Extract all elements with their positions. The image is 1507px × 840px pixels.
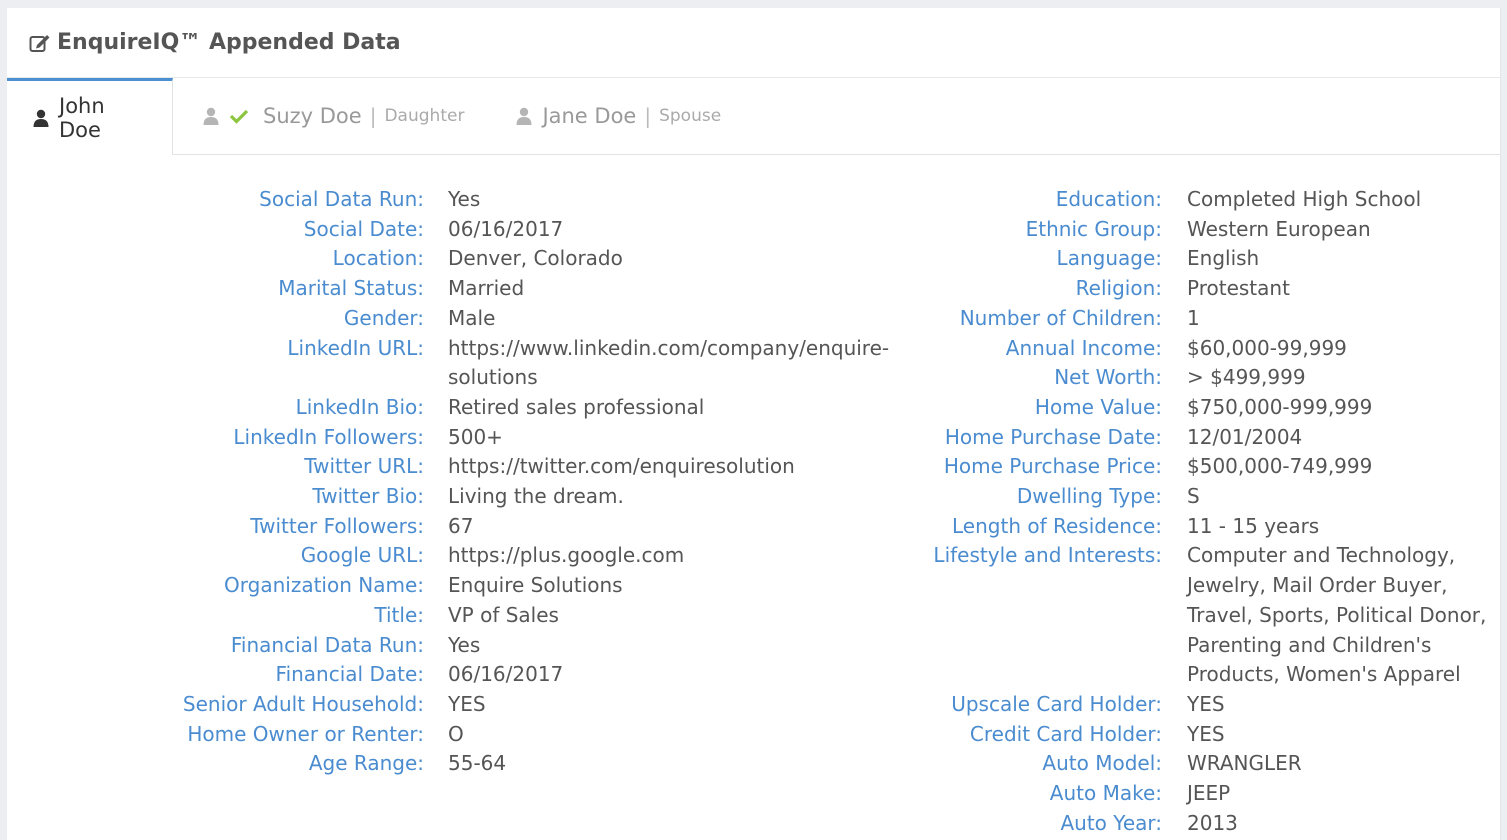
detail-label: Ethnic Group: xyxy=(1025,216,1162,241)
detail-row: Number of Children: 1 xyxy=(7,304,1492,334)
appended-data-panel: EnquireIQ™ Appended Data John Doe Suzy D… xyxy=(7,8,1501,840)
detail-value: > $499,999 xyxy=(1187,365,1306,390)
detail-value: Protestant xyxy=(1187,276,1290,301)
user-icon xyxy=(203,107,219,125)
detail-value: JEEP xyxy=(1187,781,1231,806)
detail-value: S xyxy=(1187,484,1200,509)
detail-label: Length of Residence: xyxy=(952,513,1162,538)
detail-label: Religion: xyxy=(1075,276,1162,301)
detail-label: Auto Model: xyxy=(1042,751,1162,776)
detail-label: Home Value: xyxy=(1034,394,1162,419)
detail-label: Home Purchase Price: xyxy=(943,454,1162,479)
tab-name: Suzy Doe xyxy=(263,104,362,128)
detail-label: Net Worth: xyxy=(1054,365,1162,390)
detail-row: Length of Residence: 11 - 15 years xyxy=(7,512,1492,542)
detail-label: Dwelling Type: xyxy=(1016,484,1162,509)
tab-jane-doe[interactable]: Jane Doe | Spouse xyxy=(486,78,743,154)
detail-row: Credit Card Holder: YES xyxy=(7,720,1492,750)
user-icon xyxy=(33,109,49,127)
user-icon xyxy=(516,107,532,125)
tab-separator: | xyxy=(644,104,652,128)
detail-row: Dwelling Type: S xyxy=(7,482,1492,512)
detail-value: YES xyxy=(1187,721,1225,746)
edit-icon xyxy=(29,33,57,53)
panel-header: EnquireIQ™ Appended Data xyxy=(7,8,1500,78)
detail-value: $750,000-999,999 xyxy=(1187,394,1373,419)
right-details: Education: Completed High School Ethnic Gr… xyxy=(7,185,1492,838)
detail-value: YES xyxy=(1187,691,1225,716)
detail-value: $60,000-99,999 xyxy=(1187,335,1347,360)
tab-name: Jane Doe xyxy=(542,104,637,128)
detail-row: Net Worth: > $499,999 xyxy=(7,363,1492,393)
detail-row: Auto Make: JEEP xyxy=(7,779,1492,809)
detail-value: 11 - 15 years xyxy=(1187,513,1320,538)
detail-value: Completed High School xyxy=(1187,187,1422,211)
detail-value: Computer and Technology, Jewelry, Mail O… xyxy=(1187,543,1487,687)
tab-john-doe[interactable]: John Doe xyxy=(7,78,173,155)
detail-value: WRANGLER xyxy=(1187,751,1302,776)
detail-label: Annual Income: xyxy=(1005,335,1162,360)
detail-label: Number of Children: xyxy=(959,305,1162,330)
tab-name: John Doe xyxy=(59,94,105,142)
detail-value: $500,000-749,999 xyxy=(1187,454,1373,479)
detail-label: Auto Make: xyxy=(1049,781,1162,806)
detail-label: Home Purchase Date: xyxy=(944,424,1162,449)
detail-value: English xyxy=(1187,246,1260,271)
detail-row: Religion: Protestant xyxy=(7,274,1492,304)
detail-label: Upscale Card Holder: xyxy=(951,691,1162,716)
detail-row: Upscale Card Holder: YES xyxy=(7,690,1492,720)
detail-label: Education: xyxy=(1055,187,1162,211)
tab-relation: Spouse xyxy=(659,106,722,126)
detail-row: Annual Income: $60,000-99,999 xyxy=(7,334,1492,364)
detail-row: Home Purchase Price: $500,000-749,999 xyxy=(7,452,1492,482)
detail-value: Western European xyxy=(1187,216,1371,241)
detail-value: 1 xyxy=(1187,305,1200,330)
detail-label: Language: xyxy=(1056,246,1162,271)
person-tabs: John Doe Suzy Doe | Daughter Jane Doe | … xyxy=(7,78,1500,155)
tab-separator: | xyxy=(369,104,377,128)
detail-label: Auto Year: xyxy=(1060,810,1162,835)
check-icon xyxy=(229,108,249,124)
tab-suzy-doe[interactable]: Suzy Doe | Daughter xyxy=(173,78,486,154)
detail-row: Home Purchase Date: 12/01/2004 xyxy=(7,423,1492,453)
detail-row: Auto Model: WRANGLER xyxy=(7,749,1492,779)
detail-label: Credit Card Holder: xyxy=(969,721,1162,746)
detail-row: Language: English xyxy=(7,244,1492,274)
detail-row: Lifestyle and Interests: Computer and Tec… xyxy=(7,541,1492,690)
detail-label: Lifestyle and Interests: xyxy=(933,543,1162,568)
detail-value: 12/01/2004 xyxy=(1187,424,1303,449)
detail-row: Education: Completed High School xyxy=(7,185,1492,215)
detail-row: Ethnic Group: Western European xyxy=(7,215,1492,245)
tab-relation: Daughter xyxy=(384,106,465,126)
detail-row: Auto Year: 2013 xyxy=(7,809,1492,839)
panel-title: EnquireIQ™ Appended Data xyxy=(57,30,401,55)
detail-value: 2013 xyxy=(1187,810,1238,835)
detail-row: Home Value: $750,000-999,999 xyxy=(7,393,1492,423)
